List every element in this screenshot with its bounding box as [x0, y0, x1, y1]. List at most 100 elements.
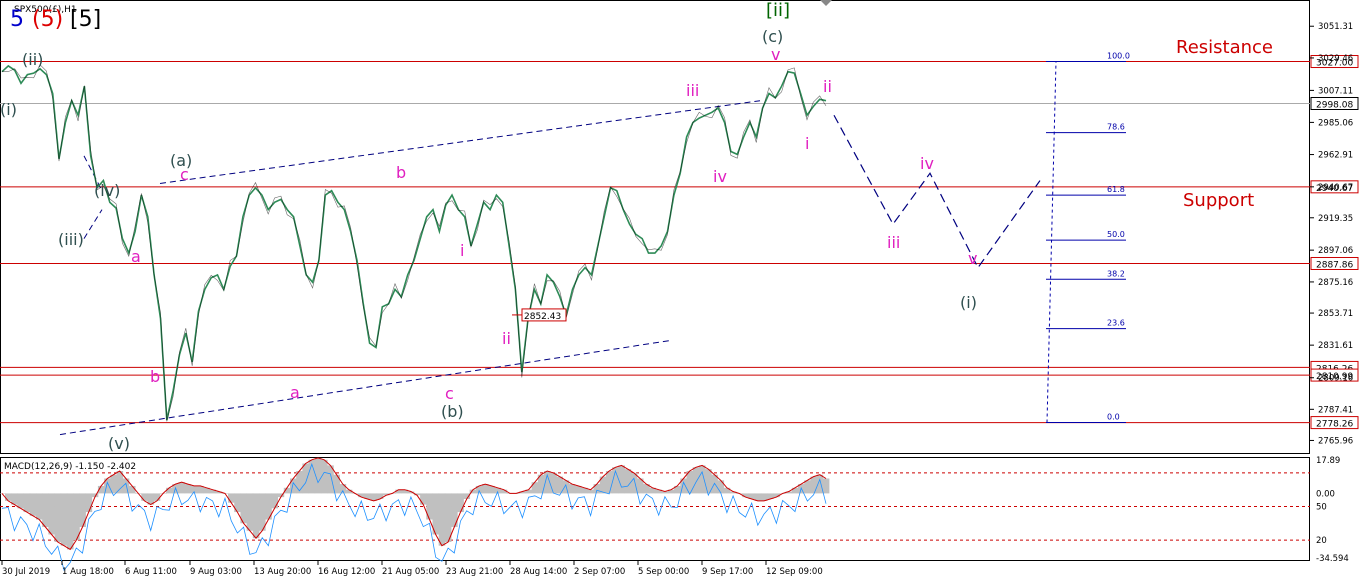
macd-bar	[605, 470, 613, 494]
macd-bar	[550, 472, 557, 494]
fib-label-1: 78.6	[1107, 123, 1125, 132]
price-tick-label-0: 3051.31	[1318, 22, 1353, 32]
price-tag: 2852.43	[524, 312, 561, 322]
macd-bar	[85, 493, 93, 513]
macd-bar	[60, 493, 68, 546]
time-tick-label-7: 23 Aug 21:00	[446, 567, 503, 577]
macd-bar	[29, 493, 37, 516]
wave-label-18: (c)	[762, 27, 783, 46]
wave-label-13: i	[460, 241, 464, 260]
macd-bar	[692, 467, 700, 494]
macd-tick-label-4: -34.594	[1316, 554, 1349, 564]
macd-bar	[35, 493, 43, 520]
fib-label-0: 100.0	[1107, 52, 1130, 61]
price-tick-label-5: 2940.67	[1318, 183, 1353, 193]
time-tick-label-0: 30 Jul 2019	[2, 567, 50, 577]
level-tag-1: 2998.08	[1316, 100, 1353, 110]
wave-label-5: a	[131, 247, 141, 266]
wave-ii-green-label: [ii]	[766, 0, 790, 21]
support-label: Support	[1183, 190, 1254, 211]
wave-label-10: b	[396, 163, 406, 182]
wave-label-6: b	[150, 367, 160, 386]
time-tick-label-1: 1 Aug 18:00	[62, 567, 114, 577]
macd-bar	[141, 493, 148, 501]
macd-bar	[66, 493, 74, 550]
time-tick-label-2: 6 Aug 11:00	[125, 567, 177, 577]
price-tick-label-9: 2853.71	[1318, 309, 1353, 319]
time-tick-label-8: 28 Aug 14:00	[510, 567, 567, 577]
time-tick-label-5: 16 Aug 12:00	[318, 567, 375, 577]
macd-bar	[302, 463, 309, 494]
macd-tick-label-3: 20	[1316, 536, 1327, 546]
price-tick-label-8: 2875.16	[1318, 278, 1353, 288]
price-tick-label-12: 2787.41	[1318, 405, 1353, 415]
wave-label-23: v	[968, 249, 977, 268]
fib-label-5: 23.6	[1107, 319, 1125, 328]
macd-bar	[420, 493, 427, 505]
macd-bar	[426, 493, 433, 520]
macd-title: MACD(12,26,9) -1.150 -2.402	[4, 462, 136, 472]
macd-bar	[271, 493, 279, 509]
macd-bar	[178, 482, 186, 494]
macd-tick-label-0: 17.89	[1316, 456, 1340, 466]
price-tick-label-10: 2831.61	[1318, 341, 1353, 351]
macd-bar	[246, 493, 254, 531]
time-axis: 30 Jul 2019 1 Aug 18:00 6 Aug 11:00 9 Aug 0…	[1, 561, 823, 577]
macd-bar	[184, 484, 192, 494]
main-panel-frame	[0, 0, 1310, 454]
wave5-black-label: [5]	[70, 7, 101, 32]
wave-label-17: v	[771, 45, 780, 64]
time-tick-label-4: 13 Aug 20:00	[254, 567, 311, 577]
price-tick-label-11: 2809.16	[1318, 374, 1353, 384]
time-tick-label-9: 2 Sep 07:00	[574, 567, 625, 577]
wave-label-21: iii	[887, 233, 900, 252]
macd-tick-label-1: 0.00	[1316, 489, 1335, 499]
time-tick-label-10: 5 Sep 00:00	[638, 567, 689, 577]
price-tick-label-3: 2985.06	[1318, 118, 1353, 128]
time-tick-label-3: 9 Aug 03:00	[190, 567, 242, 577]
wave-label-8: (a)	[170, 151, 192, 170]
wave-label-1: (ii)	[22, 50, 43, 69]
wave5-blue-label: 5	[10, 7, 24, 32]
price-tick-label-7: 2897.06	[1318, 246, 1353, 256]
macd-bar	[444, 493, 452, 542]
macd-bar	[804, 480, 811, 494]
macd-bar	[252, 493, 260, 539]
macd-bar	[153, 493, 161, 501]
macd-bar	[457, 493, 464, 513]
macd-bar	[822, 478, 830, 494]
macd-bar	[4, 493, 12, 501]
fib-label-3: 50.0	[1107, 230, 1125, 239]
wave-label-14: ii	[502, 329, 511, 348]
fib-label-2: 61.8	[1107, 185, 1125, 194]
macd-bar	[630, 472, 638, 494]
wave-label-19: i	[805, 134, 809, 153]
macd-bar	[42, 493, 49, 528]
level-tag-3: 2887.86	[1316, 260, 1353, 270]
wave5-red-label: (5)	[32, 7, 63, 32]
wave-label-4: (v)	[108, 434, 130, 453]
macd-bar	[228, 493, 235, 503]
macd-bar	[339, 484, 347, 494]
wave-label-3: (iv)	[94, 181, 120, 200]
wave-label-0: (i)	[0, 100, 17, 119]
macd-bar	[618, 465, 625, 494]
macd-bar	[48, 493, 55, 535]
macd-bar	[568, 484, 576, 494]
time-tick-label-11: 9 Sep 17:00	[702, 567, 753, 577]
wave-label-12: (b)	[441, 402, 464, 421]
wave-label-22: iv	[920, 154, 934, 173]
wave-label-16: iv	[713, 167, 727, 186]
macd-bar	[531, 482, 539, 494]
macd-bar	[128, 485, 136, 494]
macd-bar	[17, 493, 24, 509]
macd-bar	[376, 493, 384, 500]
fib-label-6: 0.0	[1107, 413, 1120, 422]
macd-bar	[73, 493, 80, 541]
macd-bar	[438, 493, 446, 546]
wave-label-2: (iii)	[58, 230, 84, 249]
macd-bar	[810, 476, 818, 494]
wave-label-24: (i)	[960, 293, 977, 312]
price-tick-label-1: 3029.46	[1318, 54, 1353, 64]
macd-bar	[259, 493, 266, 531]
